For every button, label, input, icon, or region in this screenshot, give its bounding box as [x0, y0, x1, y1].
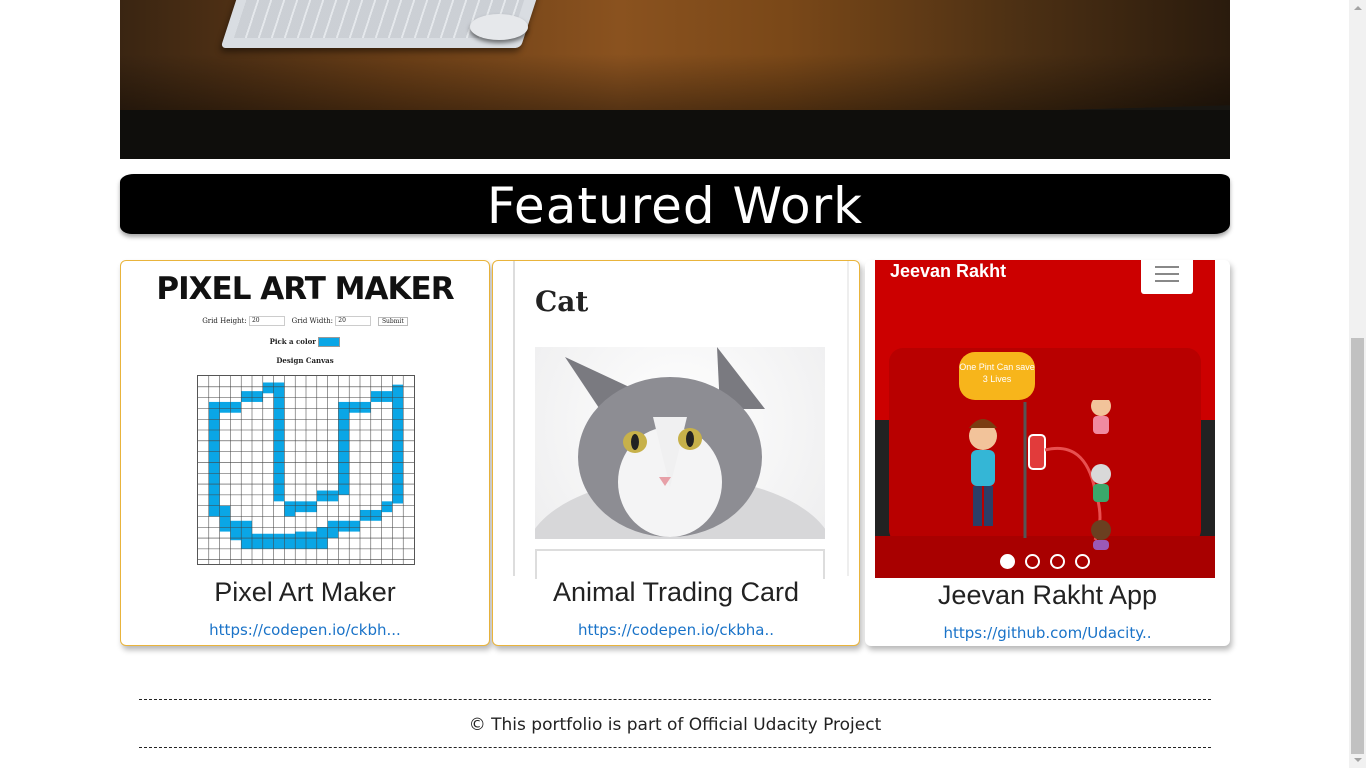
- project-card-animal-trading-card[interactable]: Cat Animal Trading Card https://codepen.…: [492, 260, 860, 646]
- carousel-indicator-icon[interactable]: [1025, 554, 1040, 569]
- blood-donation-illustration: [969, 400, 1111, 550]
- color-picker-row: Pick a color: [121, 337, 489, 347]
- speech-bubble: One Pint Can save 3 Lives: [959, 352, 1035, 400]
- project-link[interactable]: https://codepen.io/ckbh...: [121, 621, 489, 639]
- grid-controls: Grid Height: 20 Grid Width: 20 Submit: [121, 316, 489, 326]
- cat-heading: Cat: [535, 285, 589, 318]
- featured-work-heading: Featured Work: [486, 177, 864, 235]
- footer: © This portfolio is part of Official Uda…: [139, 699, 1211, 748]
- card-title: Jeevan Rakht App: [937, 580, 1158, 610]
- project-card-jeevan-rakht[interactable]: Jeevan Rakht One Pint Can save 3 Lives J…: [865, 260, 1230, 646]
- project-link[interactable]: https://github.com/Udacity..: [865, 624, 1230, 642]
- jeevan-rakht-brand: Jeevan Rakht: [890, 261, 1007, 281]
- card-title: Animal Trading Card: [552, 577, 800, 607]
- pixel-art-maker-logo: PIXEL ART MAKER: [156, 271, 454, 307]
- carousel-indicator-icon[interactable]: [1000, 554, 1015, 569]
- carousel-indicators: [875, 554, 1215, 573]
- project-card-pixel-art-maker[interactable]: PIXEL ART MAKER Grid Height: 20 Grid Wid…: [120, 260, 490, 646]
- card-title: Pixel Art Maker: [214, 577, 396, 607]
- scroll-down-arrow-icon[interactable]: [1349, 751, 1366, 768]
- footer-text: © This portfolio is part of Official Uda…: [468, 715, 882, 735]
- vertical-scrollbar[interactable]: [1349, 0, 1366, 768]
- jeevan-rakht-screenshot: Jeevan Rakht One Pint Can save 3 Lives: [875, 260, 1215, 578]
- project-link[interactable]: https://codepen.io/ckbha..: [493, 621, 859, 639]
- design-canvas-title: Design Canvas: [276, 356, 334, 365]
- scroll-up-arrow-icon[interactable]: [1349, 0, 1366, 17]
- carousel-indicator-icon[interactable]: [1075, 554, 1090, 569]
- cat-photo: [535, 347, 825, 539]
- color-swatch: [318, 337, 341, 347]
- hamburger-menu-icon: [1141, 260, 1193, 294]
- carousel-indicator-icon[interactable]: [1050, 554, 1065, 569]
- mouse-image: [470, 14, 528, 40]
- hero-desk-photo: [120, 0, 1230, 159]
- scroll-thumb[interactable]: [1351, 338, 1364, 754]
- pixel-art-grid: [197, 375, 415, 565]
- featured-work-banner: Featured Work: [120, 174, 1230, 235]
